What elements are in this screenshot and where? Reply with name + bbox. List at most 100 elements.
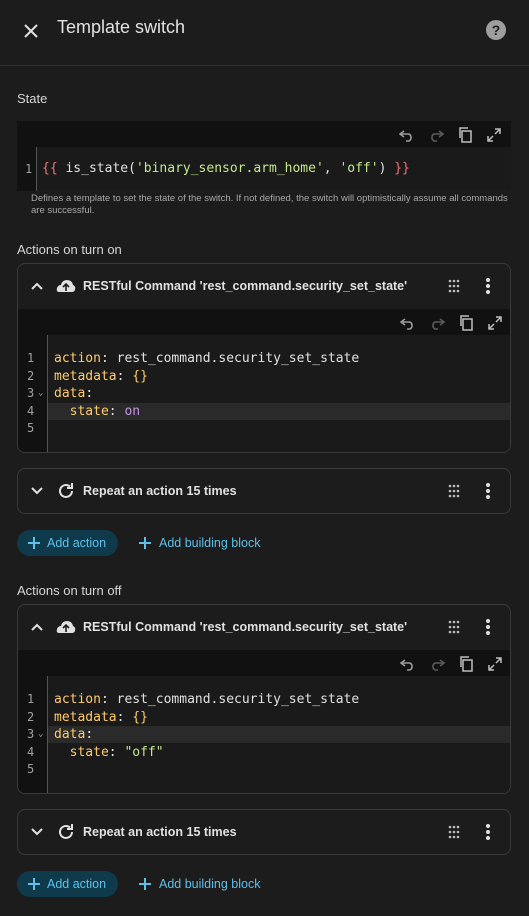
turn-on-label: Actions on turn on — [17, 242, 122, 257]
code-line: data: — [54, 386, 94, 401]
more-options-button[interactable] — [480, 277, 496, 295]
more-options-button[interactable] — [480, 823, 496, 841]
drag-handle-icon — [448, 825, 460, 839]
repeat-title: Repeat an action 15 times — [83, 825, 237, 839]
repeat-icon — [56, 481, 76, 501]
add-building-block-button[interactable]: Add building block — [138, 871, 260, 897]
state-label: State — [17, 91, 48, 106]
fullscreen-button[interactable] — [485, 313, 504, 332]
chevron-up-icon — [31, 623, 43, 631]
line-number: 2 — [27, 369, 35, 383]
copy-button[interactable] — [455, 125, 474, 144]
add-action-button[interactable]: Add action — [17, 530, 119, 556]
turn-off-code-editor[interactable]: 1 2 3 ⌄ 4 5 action: rest_command.securit… — [18, 650, 510, 793]
line-number: 1 — [27, 351, 35, 365]
plus-icon — [28, 537, 40, 549]
code-line: metadata: {} — [54, 369, 148, 384]
redo-button[interactable] — [427, 654, 446, 673]
drag-handle-icon — [448, 484, 460, 498]
more-options-button[interactable] — [480, 618, 496, 636]
copy-icon — [459, 314, 473, 331]
code-line: state: "off" — [69, 745, 164, 760]
help-button[interactable]: ? — [486, 20, 506, 40]
repeat-card-header[interactable]: Repeat an action 15 times — [18, 469, 510, 513]
fold-icon[interactable]: ⌄ — [38, 388, 43, 398]
copy-icon — [458, 126, 472, 143]
undo-button[interactable] — [398, 654, 417, 673]
line-number: 2 — [27, 710, 35, 724]
line-number: 1 — [25, 162, 33, 176]
editor-toolbar — [398, 654, 504, 673]
help-icon: ? — [491, 22, 501, 38]
repeat-card-header[interactable]: Repeat an action 15 times — [18, 810, 510, 854]
repeat-title: Repeat an action 15 times — [83, 484, 237, 498]
fullscreen-icon — [486, 127, 501, 142]
chevron-up-icon — [31, 282, 43, 290]
undo-icon — [399, 658, 413, 671]
command-card-header[interactable]: RESTful Command 'rest_command.security_s… — [18, 264, 510, 308]
add-building-block-label: Add building block — [159, 877, 261, 891]
code-line: state: on — [69, 404, 141, 419]
plus-icon — [28, 878, 40, 890]
redo-button[interactable] — [426, 125, 445, 144]
expand-button[interactable] — [28, 482, 46, 500]
plus-icon — [139, 537, 151, 549]
more-vert-icon — [486, 824, 490, 840]
undo-icon — [398, 129, 412, 142]
command-card-header[interactable]: RESTful Command 'rest_command.security_s… — [18, 605, 510, 649]
undo-button[interactable] — [397, 125, 416, 144]
copy-button[interactable] — [456, 313, 475, 332]
line-number: 4 — [27, 404, 35, 418]
add-action-button[interactable]: Add action — [17, 871, 119, 897]
drag-handle-icon — [448, 620, 460, 634]
more-vert-icon — [486, 483, 490, 499]
copy-button[interactable] — [456, 654, 475, 673]
add-building-block-label: Add building block — [159, 536, 261, 550]
editor-toolbar — [397, 125, 503, 144]
add-action-label: Add action — [47, 877, 107, 891]
turn-on-code-editor[interactable]: 1 2 3 ⌄ 4 5 action: rest_command.securit… — [18, 309, 510, 452]
fullscreen-button[interactable] — [484, 125, 503, 144]
turn-off-command-card: RESTful Command 'rest_command.security_s… — [17, 604, 511, 794]
collapse-button[interactable] — [28, 618, 46, 636]
more-options-button[interactable] — [480, 482, 496, 500]
copy-icon — [459, 655, 473, 672]
fullscreen-icon — [487, 656, 502, 671]
expand-button[interactable] — [28, 823, 46, 841]
drag-handle[interactable] — [446, 619, 462, 635]
fullscreen-button[interactable] — [485, 654, 504, 673]
cloud-upload-icon — [56, 617, 76, 637]
line-number: 1 — [27, 692, 35, 706]
drag-handle[interactable] — [446, 483, 462, 499]
dialog-header: Template switch ? — [0, 0, 529, 66]
code-line: data: — [54, 727, 94, 742]
line-number: 5 — [27, 421, 35, 435]
fullscreen-icon — [487, 315, 502, 330]
state-code-line: {{ is_state('binary_sensor.arm_home', 'o… — [42, 161, 410, 176]
line-number: 3 — [27, 727, 35, 741]
add-action-label: Add action — [47, 536, 107, 550]
turn-on-repeat-card: Repeat an action 15 times — [17, 468, 511, 514]
cloud-upload-icon — [56, 276, 76, 296]
close-button[interactable] — [18, 18, 44, 44]
add-building-block-button[interactable]: Add building block — [138, 530, 260, 556]
redo-icon — [430, 129, 444, 142]
command-title: RESTful Command 'rest_command.security_s… — [83, 620, 408, 634]
repeat-icon — [56, 822, 76, 842]
line-number: 3 — [27, 386, 35, 400]
editor-toolbar — [398, 313, 504, 332]
state-code-editor[interactable]: 1 {{ is_state('binary_sensor.arm_home', … — [17, 121, 511, 191]
drag-handle[interactable] — [446, 278, 462, 294]
dialog-title: Template switch — [57, 17, 186, 37]
drag-handle[interactable] — [446, 824, 462, 840]
redo-button[interactable] — [427, 313, 446, 332]
close-icon — [24, 24, 38, 38]
chevron-down-icon — [31, 487, 43, 495]
chevron-down-icon — [31, 828, 43, 836]
drag-handle-icon — [448, 279, 460, 293]
undo-button[interactable] — [398, 313, 417, 332]
undo-icon — [399, 317, 413, 330]
redo-icon — [431, 317, 445, 330]
fold-icon[interactable]: ⌄ — [38, 729, 43, 739]
collapse-button[interactable] — [28, 277, 46, 295]
